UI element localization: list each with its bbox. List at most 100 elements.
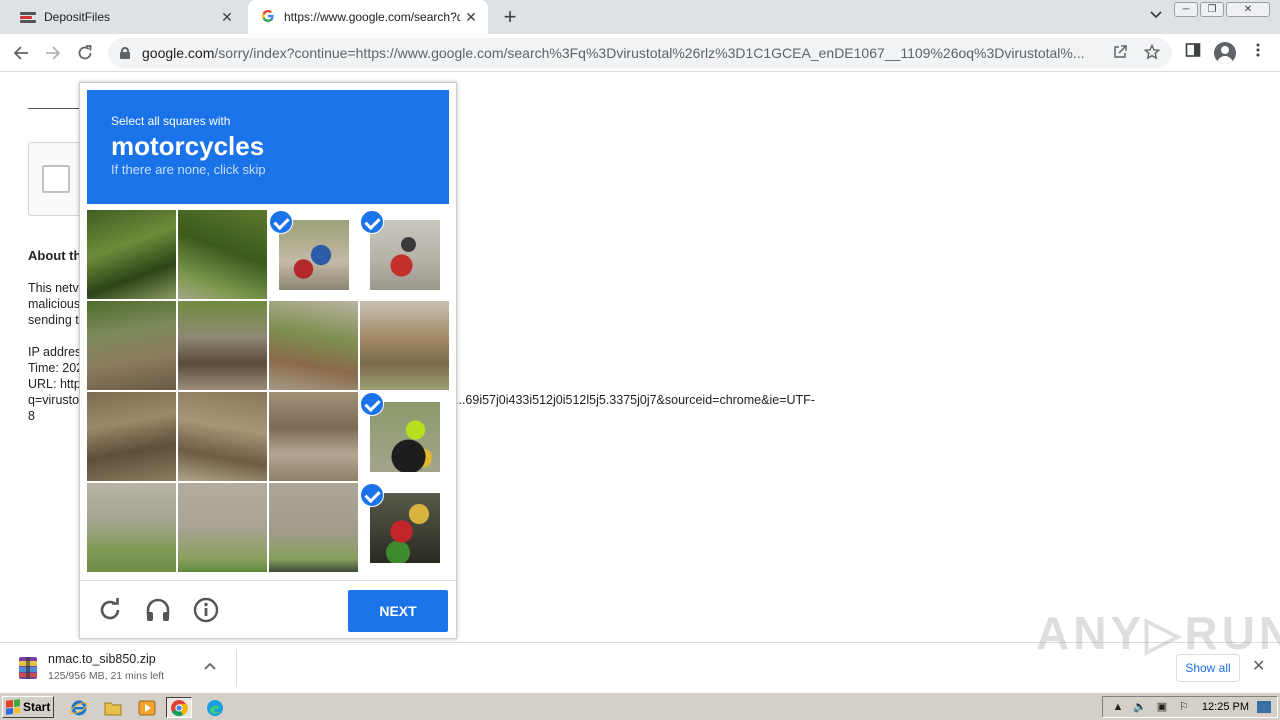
chevron-up-icon[interactable] [204, 657, 216, 673]
tab-close-icon[interactable]: ✕ [460, 9, 482, 26]
tile-image [370, 493, 440, 563]
body-text-line: This netv [28, 281, 79, 295]
share-icon[interactable] [1112, 44, 1128, 64]
url-path: /sorry/index?continue=https://www.google… [214, 45, 1085, 61]
tile-image [269, 392, 358, 481]
selected-check-icon [360, 210, 384, 234]
captcha-tile[interactable] [87, 392, 176, 481]
tile-image [178, 483, 267, 572]
media-player-icon[interactable] [134, 697, 160, 718]
menu-dots-icon[interactable] [1247, 42, 1269, 64]
edge-icon[interactable] [202, 697, 228, 718]
start-label: Start [23, 700, 51, 714]
back-arrow-icon[interactable] [8, 40, 34, 66]
body-text-line: malicious [28, 297, 81, 311]
captcha-tile[interactable] [360, 392, 449, 481]
tab-close-icon[interactable]: ✕ [216, 9, 238, 26]
depositfiles-favicon-icon [20, 11, 36, 23]
tab-title: https://www.google.com/search?q= [284, 10, 460, 24]
captcha-tile[interactable] [178, 301, 267, 390]
reload-icon[interactable] [72, 40, 98, 66]
captcha-tile[interactable] [269, 483, 358, 572]
minimize-icon[interactable]: ─ [1174, 2, 1198, 17]
captcha-tile[interactable] [178, 483, 267, 572]
zip-archive-icon[interactable] [16, 655, 40, 681]
challenge-target: motorcycles [111, 131, 265, 161]
captcha-tile[interactable] [87, 483, 176, 572]
url-line: URL: http [28, 377, 81, 391]
google-favicon-icon [260, 9, 276, 26]
reload-challenge-icon[interactable] [95, 595, 125, 625]
show-desktop-icon[interactable] [1257, 701, 1271, 713]
tab-title: DepositFiles [44, 10, 111, 24]
volume-icon[interactable]: 🔈 [1132, 700, 1148, 714]
start-button[interactable]: Start [2, 696, 54, 718]
anyrun-watermark: ANY▷RUN [1036, 607, 1280, 659]
query-line: q=virusto [28, 393, 80, 407]
profile-avatar-icon[interactable] [1214, 42, 1236, 64]
captcha-tile[interactable] [360, 210, 449, 299]
tile-image [87, 210, 176, 299]
windows-logo-icon [6, 699, 20, 715]
selected-check-icon [360, 483, 384, 507]
url-host: google.com [142, 45, 215, 61]
ip-address-line: IP addres [28, 345, 82, 359]
flag-icon[interactable]: ⚐ [1176, 700, 1192, 714]
close-window-icon[interactable]: ✕ [1226, 2, 1270, 17]
window-controls: ─ ❐ ✕ [1172, 2, 1270, 17]
tile-image [269, 301, 358, 390]
next-button[interactable]: NEXT [348, 590, 448, 632]
tab-strip: DepositFiles ✕ https://www.google.com/se… [0, 0, 1280, 34]
file-explorer-icon[interactable] [100, 697, 126, 718]
system-tray: ▲ 🔈 ▣ ⚐ 12:25 PM [1102, 696, 1278, 718]
screen: DepositFiles ✕ https://www.google.com/se… [0, 0, 1280, 720]
captcha-tile[interactable] [360, 483, 449, 572]
tile-image [360, 301, 449, 390]
clock: 12:25 PM [1201, 701, 1249, 713]
captcha-tile[interactable] [87, 210, 176, 299]
captcha-tile[interactable] [269, 392, 358, 481]
network-icon[interactable]: ▣ [1154, 700, 1170, 714]
tile-image [269, 483, 358, 572]
captcha-tile[interactable] [178, 392, 267, 481]
challenge-footer: NEXT [80, 580, 456, 638]
internet-explorer-icon[interactable] [66, 697, 92, 718]
side-panel-icon[interactable] [1182, 42, 1204, 64]
info-icon[interactable] [191, 595, 221, 625]
tab-google-search[interactable]: https://www.google.com/search?q= ✕ [248, 0, 488, 34]
captcha-tile[interactable] [269, 301, 358, 390]
divider [236, 649, 237, 687]
tile-image [370, 220, 440, 290]
captcha-tile[interactable] [87, 301, 176, 390]
tile-image [87, 483, 176, 572]
captcha-tile[interactable] [178, 210, 267, 299]
download-filename[interactable]: nmac.to_sib850.zip [48, 652, 156, 666]
tab-depositfiles[interactable]: DepositFiles ✕ [8, 0, 244, 34]
address-bar[interactable]: google.com/sorry/index?continue=https://… [108, 38, 1172, 68]
captcha-tile[interactable] [360, 301, 449, 390]
bookmark-star-icon[interactable] [1143, 43, 1161, 64]
browser-toolbar: google.com/sorry/index?continue=https://… [0, 34, 1280, 72]
time-line: Time: 202 [28, 361, 84, 375]
chrome-taskbar-icon[interactable] [166, 697, 192, 718]
challenge-instruction: Select all squares with [111, 114, 231, 128]
selected-check-icon [360, 392, 384, 416]
windows-taskbar: Start ▲ 🔈 ▣ ⚐ 12:25 PM [0, 692, 1280, 720]
selected-check-icon [269, 210, 293, 234]
query-tail-line: ...69i57j0i433i512j0i512l5j5.3375j0j7&so… [455, 393, 815, 407]
new-tab-button[interactable]: + [498, 5, 522, 29]
tile-image [370, 402, 440, 472]
audio-challenge-headphones-icon[interactable] [143, 595, 173, 625]
url-text: google.com/sorry/index?continue=https://… [142, 45, 1102, 61]
tile-image [178, 392, 267, 481]
about-heading: About th [28, 248, 82, 263]
captcha-tile[interactable] [269, 210, 358, 299]
image-grid [87, 210, 451, 574]
forward-arrow-icon[interactable] [40, 40, 66, 66]
recaptcha-checkbox[interactable] [42, 165, 70, 193]
restore-icon[interactable]: ❐ [1200, 2, 1224, 17]
lock-icon[interactable] [120, 47, 130, 59]
tab-search-chevron-icon[interactable] [1150, 8, 1162, 22]
tray-arrow-icon[interactable]: ▲ [1110, 700, 1126, 714]
download-status: 125/956 MB, 21 mins left [48, 670, 165, 682]
